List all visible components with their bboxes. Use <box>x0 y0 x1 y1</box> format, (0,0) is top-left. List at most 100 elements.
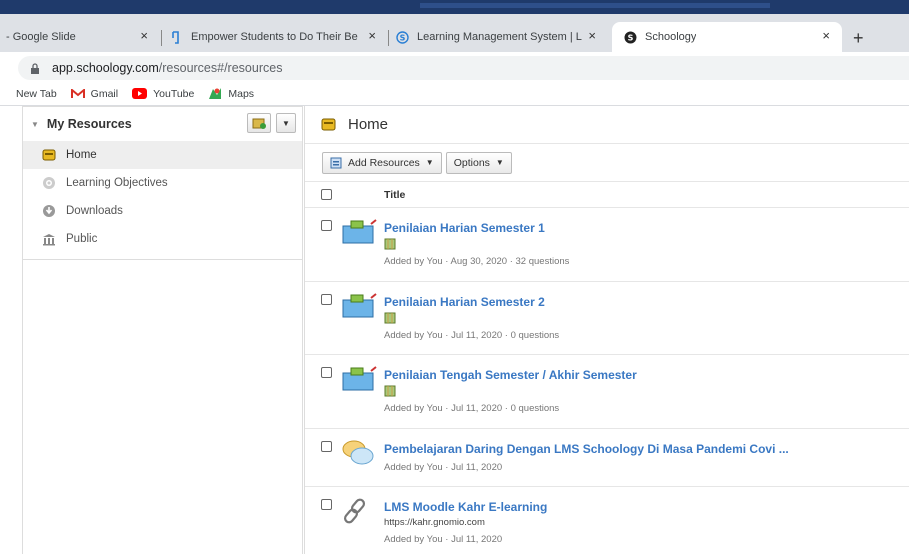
schoology-icon: S <box>624 31 637 43</box>
caret-down-icon: ▼ <box>282 118 290 128</box>
resource-url[interactable]: https://kahr.gnomio.com <box>384 517 485 528</box>
add-folder-icon <box>252 118 266 129</box>
sidebar-title: My Resources <box>46 117 132 131</box>
sidebar-item-home[interactable]: Home <box>23 141 302 169</box>
discussion-icon <box>342 440 374 465</box>
bookmark-maps[interactable]: Maps <box>208 87 254 100</box>
options-button[interactable]: Options ▼ <box>445 151 512 174</box>
close-icon[interactable]: × <box>588 28 596 43</box>
tab-empower-students[interactable]: Empower Students to Do Their Be × <box>170 22 384 52</box>
resource-title-link[interactable]: Penilaian Harian Semester 2 <box>384 295 545 309</box>
youtube-icon <box>132 88 148 99</box>
svg-text:S: S <box>400 33 406 42</box>
add-resources-label: Add Resources <box>348 156 420 169</box>
bookmark-new-tab[interactable]: New Tab <box>16 88 57 100</box>
row-checkbox[interactable] <box>321 499 332 510</box>
home-folder-icon <box>321 118 336 131</box>
bookmark-label: Maps <box>228 87 255 100</box>
bookmark-label: New Tab <box>16 87 57 100</box>
target-icon <box>43 177 55 189</box>
home-folder-icon <box>42 149 56 161</box>
link-icon <box>343 498 366 524</box>
map-icon <box>384 238 396 250</box>
row-checkbox[interactable] <box>321 294 332 305</box>
select-all-checkbox[interactable] <box>321 189 332 200</box>
gmail-icon <box>70 88 85 98</box>
resource-meta: Added by You · Jul 11, 2020 · 0 question… <box>384 403 560 414</box>
caret-down-icon: ▼ <box>495 158 504 167</box>
bookmark-label: YouTube <box>153 87 195 100</box>
page-content: ▼ My Resources ▼ Home Learning Objective… <box>0 106 909 554</box>
add-collection-button[interactable] <box>247 113 271 133</box>
close-icon[interactable]: × <box>140 28 148 43</box>
download-icon <box>43 205 55 217</box>
sidebar-item-label: Learning Objectives <box>66 177 168 189</box>
sidebar-header[interactable]: ▼ My Resources ▼ <box>23 107 302 141</box>
collapse-triangle-icon[interactable]: ▼ <box>31 120 39 129</box>
svg-text:S: S <box>628 33 634 42</box>
maps-icon <box>209 88 222 99</box>
question-bank-icon <box>342 366 377 391</box>
options-label: Options <box>453 156 490 169</box>
sidebar-item-learning-objectives[interactable]: Learning Objectives <box>23 169 302 197</box>
lock-icon <box>31 62 39 74</box>
column-header: Title <box>305 182 909 208</box>
address-bar[interactable]: app.schoology.com/resources#/resources <box>18 56 909 80</box>
tab-google-slide[interactable]: - Google Slide × <box>6 22 156 52</box>
tab-bar: - Google Slide × Empower Students to Do … <box>0 14 909 52</box>
sidebar-item-downloads[interactable]: Downloads <box>23 197 302 225</box>
column-title[interactable]: Title <box>384 189 405 201</box>
new-tab-button[interactable]: + <box>853 28 864 49</box>
question-bank-icon <box>342 219 377 244</box>
close-icon[interactable]: × <box>822 28 830 43</box>
bookmark-label: Gmail <box>90 87 119 100</box>
question-bank-icon <box>342 293 377 318</box>
page-title: Home <box>348 116 389 133</box>
resource-title-link[interactable]: LMS Moodle Kahr E-learning <box>384 500 547 514</box>
main-panel: Home Add Resources ▼ Options ▼ Title Pen… <box>304 106 909 554</box>
resource-row: Penilaian Tengah Semester / Akhir Semest… <box>305 355 909 429</box>
row-checkbox[interactable] <box>321 367 332 378</box>
resource-row: Pembelajaran Daring Dengan LMS Schoology… <box>305 429 909 487</box>
public-building-icon <box>43 234 55 246</box>
map-icon <box>384 385 396 397</box>
address-bar-row: app.schoology.com/resources#/resources <box>0 52 909 82</box>
map-icon <box>384 312 396 324</box>
resource-meta: Added by You · Aug 30, 2020 · 32 questio… <box>384 256 570 267</box>
resource-title-link[interactable]: Penilaian Harian Semester 1 <box>384 221 545 235</box>
url-host: app.schoology.com <box>52 61 159 75</box>
resource-meta: Added by You · Jul 11, 2020 <box>384 462 503 473</box>
resource-row: Penilaian Harian Semester 1 Added by You… <box>305 208 909 282</box>
bookmark-youtube[interactable]: YouTube <box>132 88 194 100</box>
sidebar-item-label: Downloads <box>66 205 123 217</box>
tab-schoology[interactable]: S Schoology × <box>612 22 842 52</box>
tab-label: Schoology <box>645 31 697 43</box>
row-checkbox[interactable] <box>321 441 332 452</box>
resource-row: Penilaian Harian Semester 2 Added by You… <box>305 282 909 355</box>
sidebar-options-dropdown[interactable]: ▼ <box>276 113 296 133</box>
sidebar-item-label: Public <box>66 233 98 245</box>
tab-learning-management-system[interactable]: S Learning Management System | L × <box>396 22 604 52</box>
resource-title-link[interactable]: Penilaian Tengah Semester / Akhir Semest… <box>384 368 637 382</box>
window-top-strip <box>0 0 909 14</box>
resource-meta: Added by You · Jul 11, 2020 <box>384 534 503 545</box>
row-checkbox[interactable] <box>321 220 332 231</box>
resources-toolbar: Add Resources ▼ Options ▼ <box>305 144 909 182</box>
tab-label: Empower Students to Do Their Be <box>191 31 358 43</box>
doc-icon <box>172 30 179 44</box>
tab-label: - Google Slide <box>6 31 76 43</box>
sidebar-item-public[interactable]: Public <box>23 225 302 253</box>
close-icon[interactable]: × <box>368 28 376 43</box>
add-resources-button[interactable]: Add Resources ▼ <box>322 151 442 174</box>
url-path: /resources#/resources <box>158 61 283 75</box>
resource-meta: Added by You · Jul 11, 2020 · 0 question… <box>384 330 560 341</box>
schoology-icon: S <box>396 30 409 44</box>
caret-down-icon: ▼ <box>425 158 434 167</box>
page-header: Home <box>305 106 909 144</box>
add-resources-icon <box>330 157 342 168</box>
resource-row: LMS Moodle Kahr E-learning https://kahr.… <box>305 487 909 557</box>
sidebar-empty-area <box>22 260 303 554</box>
sidebar-item-label: Home <box>66 149 97 161</box>
bookmark-gmail[interactable]: Gmail <box>70 87 119 100</box>
resource-title-link[interactable]: Pembelajaran Daring Dengan LMS Schoology… <box>384 442 789 456</box>
